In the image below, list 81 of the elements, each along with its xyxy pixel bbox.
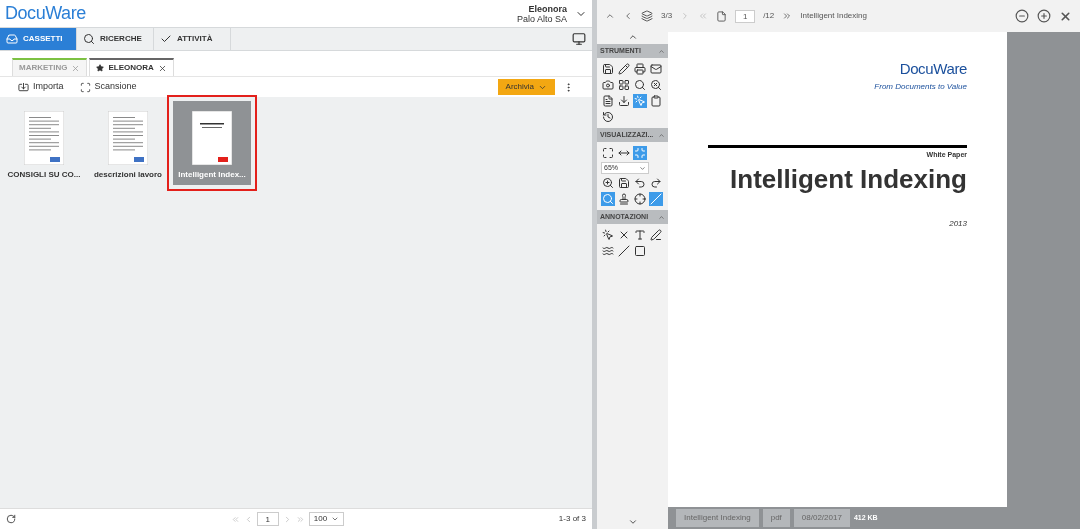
save-icon[interactable] xyxy=(617,176,631,190)
search-icon[interactable] xyxy=(633,78,647,92)
zoom-out-icon[interactable] xyxy=(1015,9,1029,23)
logo-tagline: From Documents to Value xyxy=(874,80,967,93)
clipboard-icon[interactable] xyxy=(649,94,663,108)
page-number-field[interactable]: 1 xyxy=(735,9,756,23)
refresh-icon[interactable] xyxy=(6,514,16,524)
nav-tab[interactable]: CASSETTI xyxy=(0,28,77,50)
archive-button[interactable]: Archivia xyxy=(497,79,555,95)
metadata-chip: Intelligent Indexing xyxy=(676,509,759,527)
page-size-select[interactable]: 100 xyxy=(308,512,345,526)
close-icon[interactable] xyxy=(1059,9,1072,23)
crosshair-icon[interactable] xyxy=(633,192,647,206)
tray-tab[interactable]: ELEONORA xyxy=(89,58,174,76)
user-name: Eleonora xyxy=(528,3,567,14)
collapse-icon xyxy=(658,131,665,139)
wave-icon[interactable] xyxy=(601,244,615,258)
close-icon xyxy=(71,63,81,73)
result-count: 1-3 of 3 xyxy=(558,513,586,525)
fit-page-icon[interactable] xyxy=(601,146,615,160)
page-total: /12 xyxy=(763,10,775,22)
metadata-chip: 08/02/2017 xyxy=(793,509,850,527)
text-icon[interactable] xyxy=(633,228,647,242)
scroll-down-icon[interactable] xyxy=(627,517,638,527)
import-icon xyxy=(18,81,29,93)
pointer-icon[interactable] xyxy=(601,228,615,242)
scan-icon xyxy=(79,81,91,93)
form-icon[interactable] xyxy=(601,94,615,108)
document-name: descrizioni lavoro xyxy=(94,169,162,181)
nav-tab[interactable]: ATTIVITÀ xyxy=(154,28,231,50)
close-icon xyxy=(157,63,167,73)
metadata-chip: pdf xyxy=(762,509,790,527)
previous-document-icon[interactable] xyxy=(623,11,633,21)
mail-icon[interactable] xyxy=(649,62,663,76)
check-icon xyxy=(160,33,172,45)
document-thumbnail xyxy=(24,111,64,165)
pen-icon[interactable] xyxy=(649,228,663,242)
rotate-left-icon[interactable] xyxy=(633,176,647,190)
download-icon[interactable] xyxy=(617,94,631,108)
stamp-icon[interactable] xyxy=(617,192,631,206)
collapse-icon xyxy=(658,213,665,221)
collapse-icon xyxy=(658,47,665,55)
nav-tab[interactable]: RICERCHE xyxy=(77,28,154,50)
square-icon[interactable] xyxy=(633,244,647,258)
document-counter: 3/3 xyxy=(661,10,673,22)
history-icon[interactable] xyxy=(601,110,615,124)
scroll-up-icon[interactable] xyxy=(627,32,638,42)
page-year: 2013 xyxy=(949,218,967,230)
import-button[interactable]: Importa xyxy=(18,80,64,94)
zoom-icon[interactable] xyxy=(601,176,615,190)
save-icon[interactable] xyxy=(601,62,615,76)
caret-icon xyxy=(639,164,646,172)
rotate-right-icon[interactable] xyxy=(649,176,663,190)
page-heading: Intelligent Indexing xyxy=(730,164,967,194)
page-icon xyxy=(716,10,728,22)
stack-icon[interactable] xyxy=(641,10,653,22)
collapse-icon[interactable] xyxy=(605,11,615,21)
search-off-icon[interactable] xyxy=(649,78,663,92)
document-name: CONSIGLI SU CO... xyxy=(7,169,81,181)
app-logo: DocuWare xyxy=(5,2,86,25)
scan-button[interactable]: Scansione xyxy=(79,80,137,94)
caret-icon xyxy=(331,515,340,523)
tray-icon xyxy=(6,33,18,45)
display-icon[interactable] xyxy=(572,32,586,46)
zoom-in-icon[interactable] xyxy=(1037,9,1051,23)
search-icon xyxy=(83,33,95,45)
page-field[interactable]: 1 xyxy=(256,512,279,526)
document-name: Intelligent Index... xyxy=(178,169,246,181)
document-thumbnail xyxy=(108,111,148,165)
document-title: Intelligent Indexing xyxy=(800,10,867,22)
document-tile[interactable]: CONSIGLI SU CO... xyxy=(5,101,83,185)
user-organization: Palo Alto SA xyxy=(516,13,567,24)
camera-icon[interactable] xyxy=(601,78,615,92)
document-tile[interactable]: descrizioni lavoro xyxy=(89,101,167,185)
grid-icon[interactable] xyxy=(617,78,631,92)
document-thumbnail xyxy=(192,111,232,165)
pencil-icon[interactable] xyxy=(617,62,631,76)
page-logo: DocuWare xyxy=(899,59,967,79)
line-icon[interactable] xyxy=(617,244,631,258)
star-icon xyxy=(96,64,105,72)
print-icon[interactable] xyxy=(633,62,647,76)
